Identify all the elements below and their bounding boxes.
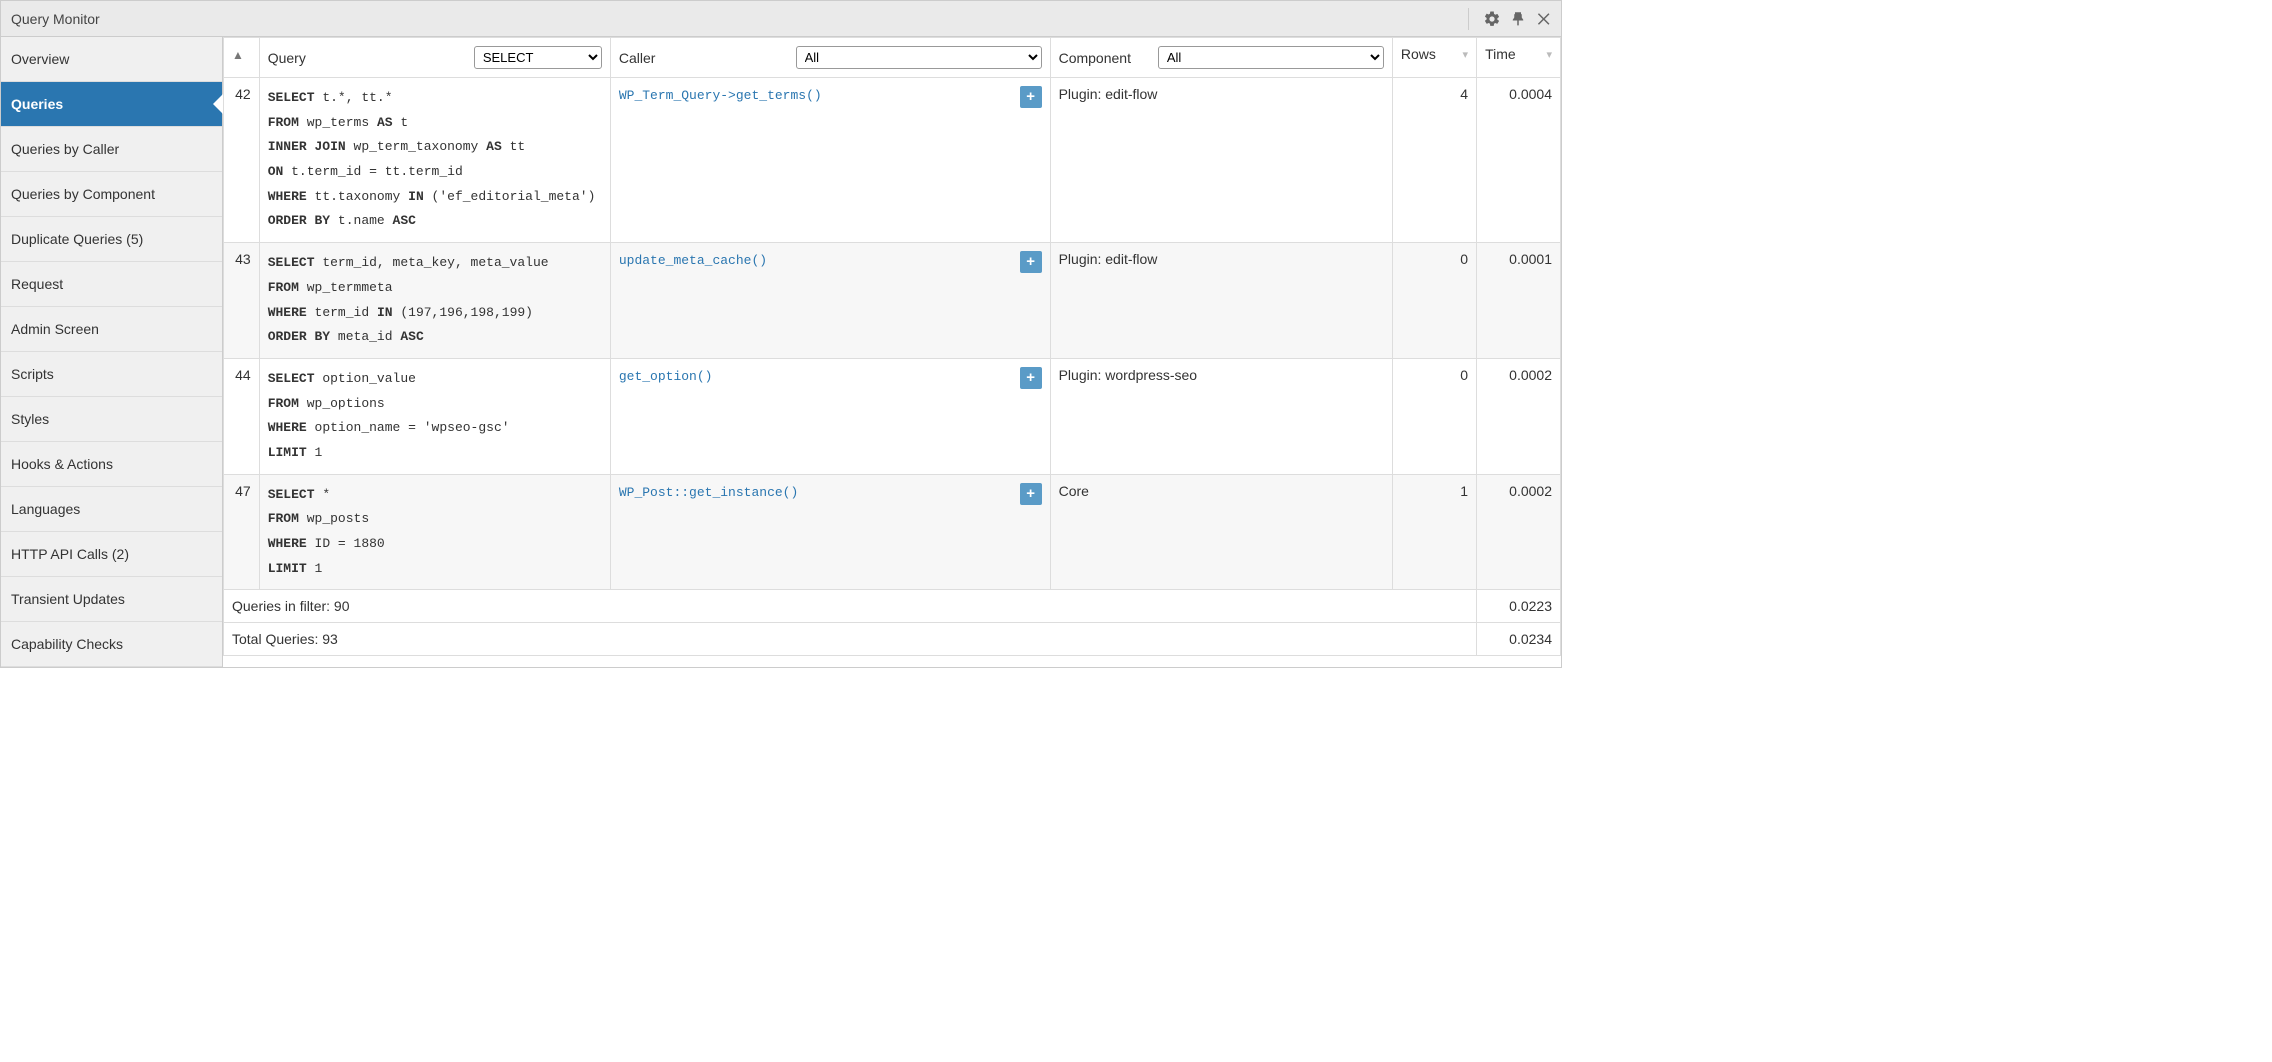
query-cell: SELECT option_valueFROM wp_optionsWHERE …: [259, 358, 610, 474]
time-cell: 0.0002: [1477, 474, 1561, 590]
query-cell: SELECT term_id, meta_key, meta_valueFROM…: [259, 243, 610, 359]
rows-cell: 0: [1392, 243, 1476, 359]
sidebar-item[interactable]: Duplicate Queries (5): [1, 217, 222, 262]
panel-title: Query Monitor: [11, 11, 1460, 27]
queries-table: ▲ Query SELECT Caller: [223, 37, 1561, 656]
time-cell: 0.0001: [1477, 243, 1561, 359]
query-type-select[interactable]: SELECT: [474, 46, 602, 69]
sort-arrow-icon: ▾: [1463, 48, 1469, 61]
sidebar-item[interactable]: Request: [1, 262, 222, 307]
panel-header: Query Monitor: [1, 1, 1561, 37]
query-sql: SELECT option_valueFROM wp_optionsWHERE …: [268, 367, 602, 466]
expand-button[interactable]: +: [1020, 483, 1042, 505]
sidebar: OverviewQueriesQueries by CallerQueries …: [1, 37, 223, 667]
component-cell: Plugin: edit-flow: [1050, 78, 1392, 243]
total-count: Total Queries: 93: [224, 623, 1477, 656]
time-cell: 0.0004: [1477, 78, 1561, 243]
rows-cell: 1: [1392, 474, 1476, 590]
caller-link[interactable]: WP_Term_Query->get_terms(): [619, 88, 822, 103]
close-icon[interactable]: [1535, 10, 1553, 28]
footer-filter-row: Queries in filter: 90 0.0223: [224, 590, 1561, 623]
header-divider: [1468, 8, 1469, 30]
sidebar-item[interactable]: Hooks & Actions: [1, 442, 222, 487]
sort-arrow-icon: ▾: [1546, 48, 1552, 61]
sidebar-item[interactable]: Queries by Caller: [1, 127, 222, 172]
query-sql: SELECT *FROM wp_postsWHERE ID = 1880LIMI…: [268, 483, 602, 582]
caller-select[interactable]: All: [796, 46, 1042, 69]
total-time: 0.0234: [1477, 623, 1561, 656]
row-number: 44: [224, 358, 260, 474]
caller-link[interactable]: get_option(): [619, 369, 713, 384]
header-icons: [1460, 8, 1561, 30]
col-time-label: Time: [1485, 46, 1516, 62]
row-number: 47: [224, 474, 260, 590]
col-time[interactable]: Time ▾: [1477, 38, 1561, 78]
caller-link[interactable]: update_meta_cache(): [619, 253, 767, 268]
sidebar-item[interactable]: Capability Checks: [1, 622, 222, 667]
sidebar-item[interactable]: Styles: [1, 397, 222, 442]
sidebar-item[interactable]: HTTP API Calls (2): [1, 532, 222, 577]
query-sql: SELECT t.*, tt.*FROM wp_terms AS tINNER …: [268, 86, 602, 234]
row-number: 42: [224, 78, 260, 243]
main-content: ▲ Query SELECT Caller: [223, 37, 1561, 667]
caller-link[interactable]: WP_Post::get_instance(): [619, 485, 798, 500]
sidebar-item[interactable]: Queries by Component: [1, 172, 222, 217]
col-component-label: Component: [1059, 50, 1131, 66]
filter-time: 0.0223: [1477, 590, 1561, 623]
pin-icon[interactable]: [1509, 10, 1527, 28]
caller-cell: WP_Post::get_instance() +: [610, 474, 1050, 590]
sidebar-item[interactable]: Transient Updates: [1, 577, 222, 622]
caller-cell: WP_Term_Query->get_terms() +: [610, 78, 1050, 243]
table-row: 47SELECT *FROM wp_postsWHERE ID = 1880LI…: [224, 474, 1561, 590]
col-rows-label: Rows: [1401, 46, 1436, 62]
query-monitor-panel: Query Monitor OverviewQueriesQueries by …: [0, 0, 1562, 668]
expand-button[interactable]: +: [1020, 367, 1042, 389]
query-cell: SELECT *FROM wp_postsWHERE ID = 1880LIMI…: [259, 474, 610, 590]
component-select[interactable]: All: [1158, 46, 1384, 69]
caller-cell: get_option() +: [610, 358, 1050, 474]
col-query-label: Query: [268, 50, 306, 66]
table-row: 42SELECT t.*, tt.*FROM wp_terms AS tINNE…: [224, 78, 1561, 243]
col-component: Component All: [1050, 38, 1392, 78]
sort-asc-icon: ▲: [232, 48, 244, 62]
table-row: 44SELECT option_valueFROM wp_optionsWHER…: [224, 358, 1561, 474]
col-rows[interactable]: Rows ▾: [1392, 38, 1476, 78]
component-cell: Plugin: edit-flow: [1050, 243, 1392, 359]
table-row: 43SELECT term_id, meta_key, meta_valueFR…: [224, 243, 1561, 359]
component-cell: Plugin: wordpress-seo: [1050, 358, 1392, 474]
row-number: 43: [224, 243, 260, 359]
filter-count: Queries in filter: 90: [224, 590, 1477, 623]
rows-cell: 0: [1392, 358, 1476, 474]
sidebar-item[interactable]: Overview: [1, 37, 222, 82]
col-caller-label: Caller: [619, 50, 656, 66]
col-query: Query SELECT: [259, 38, 610, 78]
expand-button[interactable]: +: [1020, 251, 1042, 273]
col-caller: Caller All: [610, 38, 1050, 78]
component-cell: Core: [1050, 474, 1392, 590]
sidebar-item[interactable]: Queries: [1, 82, 222, 127]
sidebar-item[interactable]: Admin Screen: [1, 307, 222, 352]
expand-button[interactable]: +: [1020, 86, 1042, 108]
rows-cell: 4: [1392, 78, 1476, 243]
sidebar-item[interactable]: Languages: [1, 487, 222, 532]
sidebar-item[interactable]: Scripts: [1, 352, 222, 397]
col-sort[interactable]: ▲: [224, 38, 260, 78]
gear-icon[interactable]: [1483, 10, 1501, 28]
caller-cell: update_meta_cache() +: [610, 243, 1050, 359]
query-cell: SELECT t.*, tt.*FROM wp_terms AS tINNER …: [259, 78, 610, 243]
query-sql: SELECT term_id, meta_key, meta_valueFROM…: [268, 251, 602, 350]
time-cell: 0.0002: [1477, 358, 1561, 474]
footer-total-row: Total Queries: 93 0.0234: [224, 623, 1561, 656]
